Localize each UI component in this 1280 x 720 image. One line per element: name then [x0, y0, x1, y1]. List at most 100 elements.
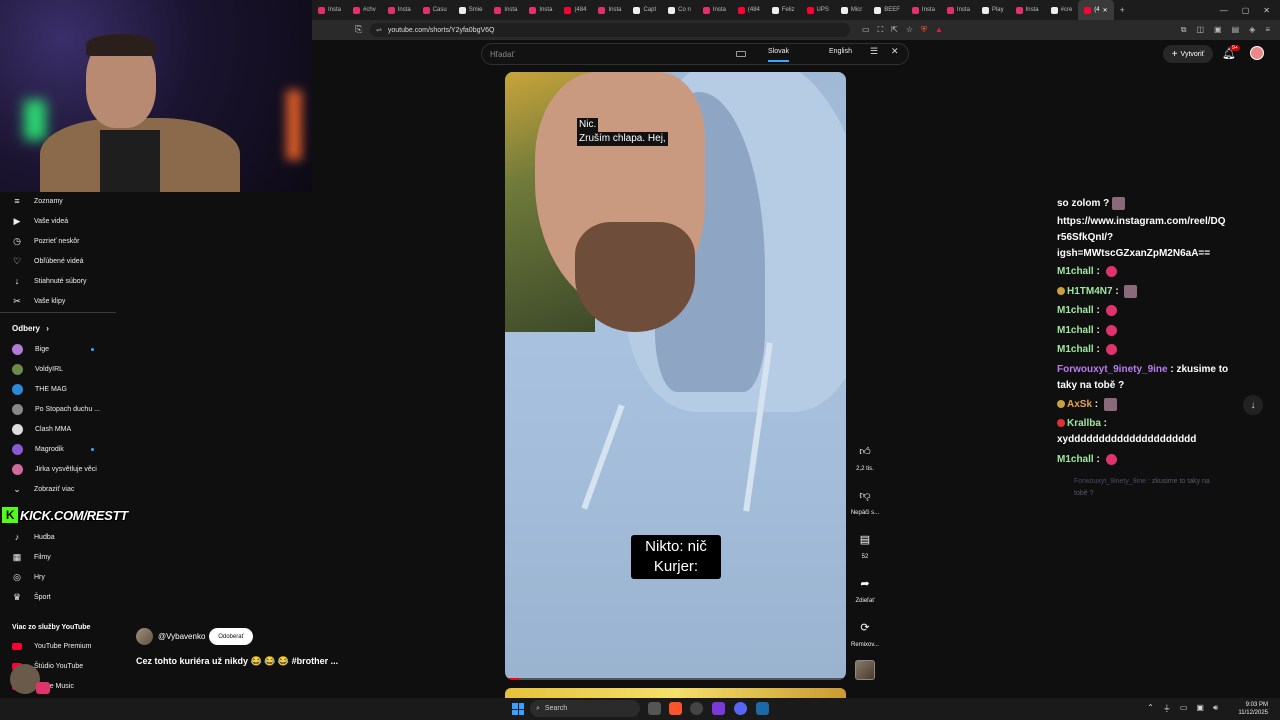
audio-track-thumbnail[interactable]	[855, 660, 875, 680]
browser-tab[interactable]: BEEF	[868, 0, 906, 20]
new-tab-button[interactable]: +	[1114, 0, 1131, 20]
brave-shield-icon[interactable]: ⛨	[921, 25, 927, 35]
bookmark-star-icon[interactable]: ☆	[906, 25, 913, 35]
comments-button[interactable]: ▤	[852, 529, 878, 549]
bookmark-icon[interactable]: ⎘	[355, 24, 362, 35]
subscriptions-heading[interactable]: Odbery ›	[12, 324, 49, 333]
vpn-icon[interactable]: ◈	[1249, 25, 1255, 35]
sidebar-item-your-clips[interactable]: ✂ Vaše klipy	[0, 292, 65, 310]
browser-tab[interactable]: Insta	[941, 0, 976, 20]
subscribe-button[interactable]: Odoberať	[209, 628, 253, 645]
lang-english-tab[interactable]: English	[829, 48, 852, 55]
browser-tab[interactable]: (4 ✕	[1078, 0, 1114, 20]
menu-icon[interactable]: ≡	[1265, 25, 1270, 35]
sidebar-item-downloads[interactable]: ↓ Stiahnuté súbory	[0, 272, 87, 290]
extensions-icon[interactable]: ⧉	[1181, 25, 1187, 35]
url-field[interactable]: ⇌ youtube.com/shorts/Y2yfa0bgV6Q	[370, 23, 850, 37]
share-button[interactable]: ➦	[852, 573, 878, 593]
browser-tab[interactable]: Insta	[697, 0, 732, 20]
discord-icon[interactable]	[734, 702, 747, 715]
keyboard-icon[interactable]	[736, 51, 746, 57]
subscription-item[interactable]: Magrodik	[0, 440, 110, 458]
monitor-icon[interactable]: ▣	[1196, 703, 1204, 714]
dislike-button[interactable]: 👎︎	[852, 485, 878, 505]
browser-tab[interactable]: Feliz	[766, 0, 801, 20]
brave-rewards-icon[interactable]: ▲	[935, 25, 943, 35]
video-title[interactable]: Cez tohto kuriéra už nikdy 😂 😂 😂 #brothe…	[136, 656, 338, 667]
subscription-item[interactable]: VoldyIRL	[0, 360, 110, 378]
browser-tab[interactable]: UPS	[801, 0, 835, 20]
tray-chevron-icon[interactable]: ⌃	[1147, 703, 1154, 714]
usb-icon[interactable]: ⏚	[1163, 703, 1171, 714]
subscription-item[interactable]: Jirka vysvětluje věci	[0, 460, 110, 478]
browser-tab[interactable]: Casu	[417, 0, 453, 20]
site-info-icon[interactable]: ⇌	[376, 26, 382, 34]
search-bar[interactable]: Hľadať Slovak English ☰ ✕	[481, 43, 909, 65]
sidebar-toggle-icon[interactable]: ◫	[1196, 25, 1204, 35]
shorts-video-player[interactable]	[505, 72, 846, 680]
sidebar-item-playlists[interactable]: ≡ Zoznamy	[0, 192, 62, 210]
sidebar-item-watch-later[interactable]: ◷ Pozrieť neskôr	[0, 232, 79, 250]
brave-browser-icon[interactable]	[669, 702, 682, 715]
subscription-item[interactable]: Po Stopach duchu ...	[0, 400, 110, 418]
minimize-icon[interactable]: —	[1220, 6, 1228, 15]
close-tab-icon[interactable]: ✕	[1103, 7, 1108, 14]
channel-avatar[interactable]	[136, 628, 153, 645]
close-search-icon[interactable]: ✕	[891, 46, 899, 57]
browser-tab[interactable]: #chv	[347, 0, 382, 20]
browser-tab[interactable]: Insta	[488, 0, 523, 20]
lang-slovak-tab[interactable]: Slovak	[768, 48, 790, 62]
task-view-icon[interactable]	[648, 702, 661, 715]
browser-tab[interactable]: (484	[558, 0, 592, 20]
maximize-icon[interactable]: ▢	[1242, 6, 1250, 15]
subscription-item[interactable]: THE MAG	[0, 380, 110, 398]
browser-tab[interactable]: (484	[732, 0, 766, 20]
close-window-icon[interactable]: ✕	[1263, 6, 1270, 15]
next-short-preview[interactable]	[505, 688, 846, 698]
network-icon[interactable]: ▭	[1180, 703, 1188, 714]
sidebar-item-liked-videos[interactable]: ♡ Obľúbené videá	[0, 252, 84, 270]
sidebar-item-games[interactable]: ◎ Hry	[0, 568, 45, 586]
volume-icon[interactable]: 🔊︎	[1213, 703, 1218, 714]
tab-search-icon[interactable]: ▣	[1214, 25, 1222, 35]
channel-name[interactable]: @Vybavenko	[158, 632, 205, 641]
like-button[interactable]: 👍︎	[852, 441, 878, 461]
sidebar-item-movies[interactable]: ▦ Filmy	[0, 548, 51, 566]
show-more-button[interactable]: ⌄ Zobraziť viac	[0, 480, 74, 498]
browser-tab[interactable]: Capt	[627, 0, 662, 20]
browser-tab[interactable]: Play	[976, 0, 1010, 20]
browser-tab[interactable]: Insta	[1010, 0, 1045, 20]
translate-icon[interactable]: ⛶	[878, 25, 884, 35]
sidebar-item-your-videos[interactable]: ▶ Vaše videá	[0, 212, 69, 230]
browser-tab[interactable]: #cre	[1045, 0, 1079, 20]
browser-tab[interactable]: Insta	[906, 0, 941, 20]
obs-icon[interactable]	[690, 702, 703, 715]
menu-lines-icon[interactable]: ☰	[870, 46, 878, 57]
video-progress-bar[interactable]	[505, 678, 846, 680]
remix-button[interactable]: ⟳	[852, 617, 878, 637]
sidebar-item-sport[interactable]: ♛ Šport	[0, 588, 51, 606]
browser-tab[interactable]: Smie	[453, 0, 489, 20]
clock[interactable]: 9:03 PM 11/12/2025	[1238, 701, 1268, 717]
wallet-icon[interactable]: ▤	[1232, 25, 1240, 35]
search-input[interactable]: Hľadať	[490, 50, 514, 59]
browser-tab[interactable]: Insta	[312, 0, 347, 20]
browser-tab[interactable]: Co n	[662, 0, 697, 20]
subscription-item[interactable]: Bige	[0, 340, 110, 358]
scroll-down-button[interactable]: ↓	[1243, 395, 1263, 415]
browser-tab[interactable]: Insta	[592, 0, 627, 20]
taskbar-search[interactable]: ⌕ Search	[530, 700, 640, 717]
browser-tab[interactable]: Insta	[523, 0, 558, 20]
create-button[interactable]: + Vytvoriť	[1163, 45, 1213, 63]
account-avatar[interactable]	[1250, 46, 1264, 60]
twitch-app-icon[interactable]	[712, 702, 725, 715]
browser-tab[interactable]: Micr	[835, 0, 868, 20]
subscription-item[interactable]: Clash MMA	[0, 420, 110, 438]
steam-icon[interactable]	[756, 702, 769, 715]
share-page-icon[interactable]: ⇱	[891, 25, 898, 35]
start-button[interactable]	[512, 703, 524, 715]
sidebar-item-yt-premium[interactable]: YouTube Premium	[0, 637, 91, 655]
sidebar-item-music[interactable]: ♪ Hudba	[0, 528, 55, 546]
cast-icon[interactable]: ▭	[862, 25, 870, 35]
browser-tab[interactable]: Insta	[382, 0, 417, 20]
